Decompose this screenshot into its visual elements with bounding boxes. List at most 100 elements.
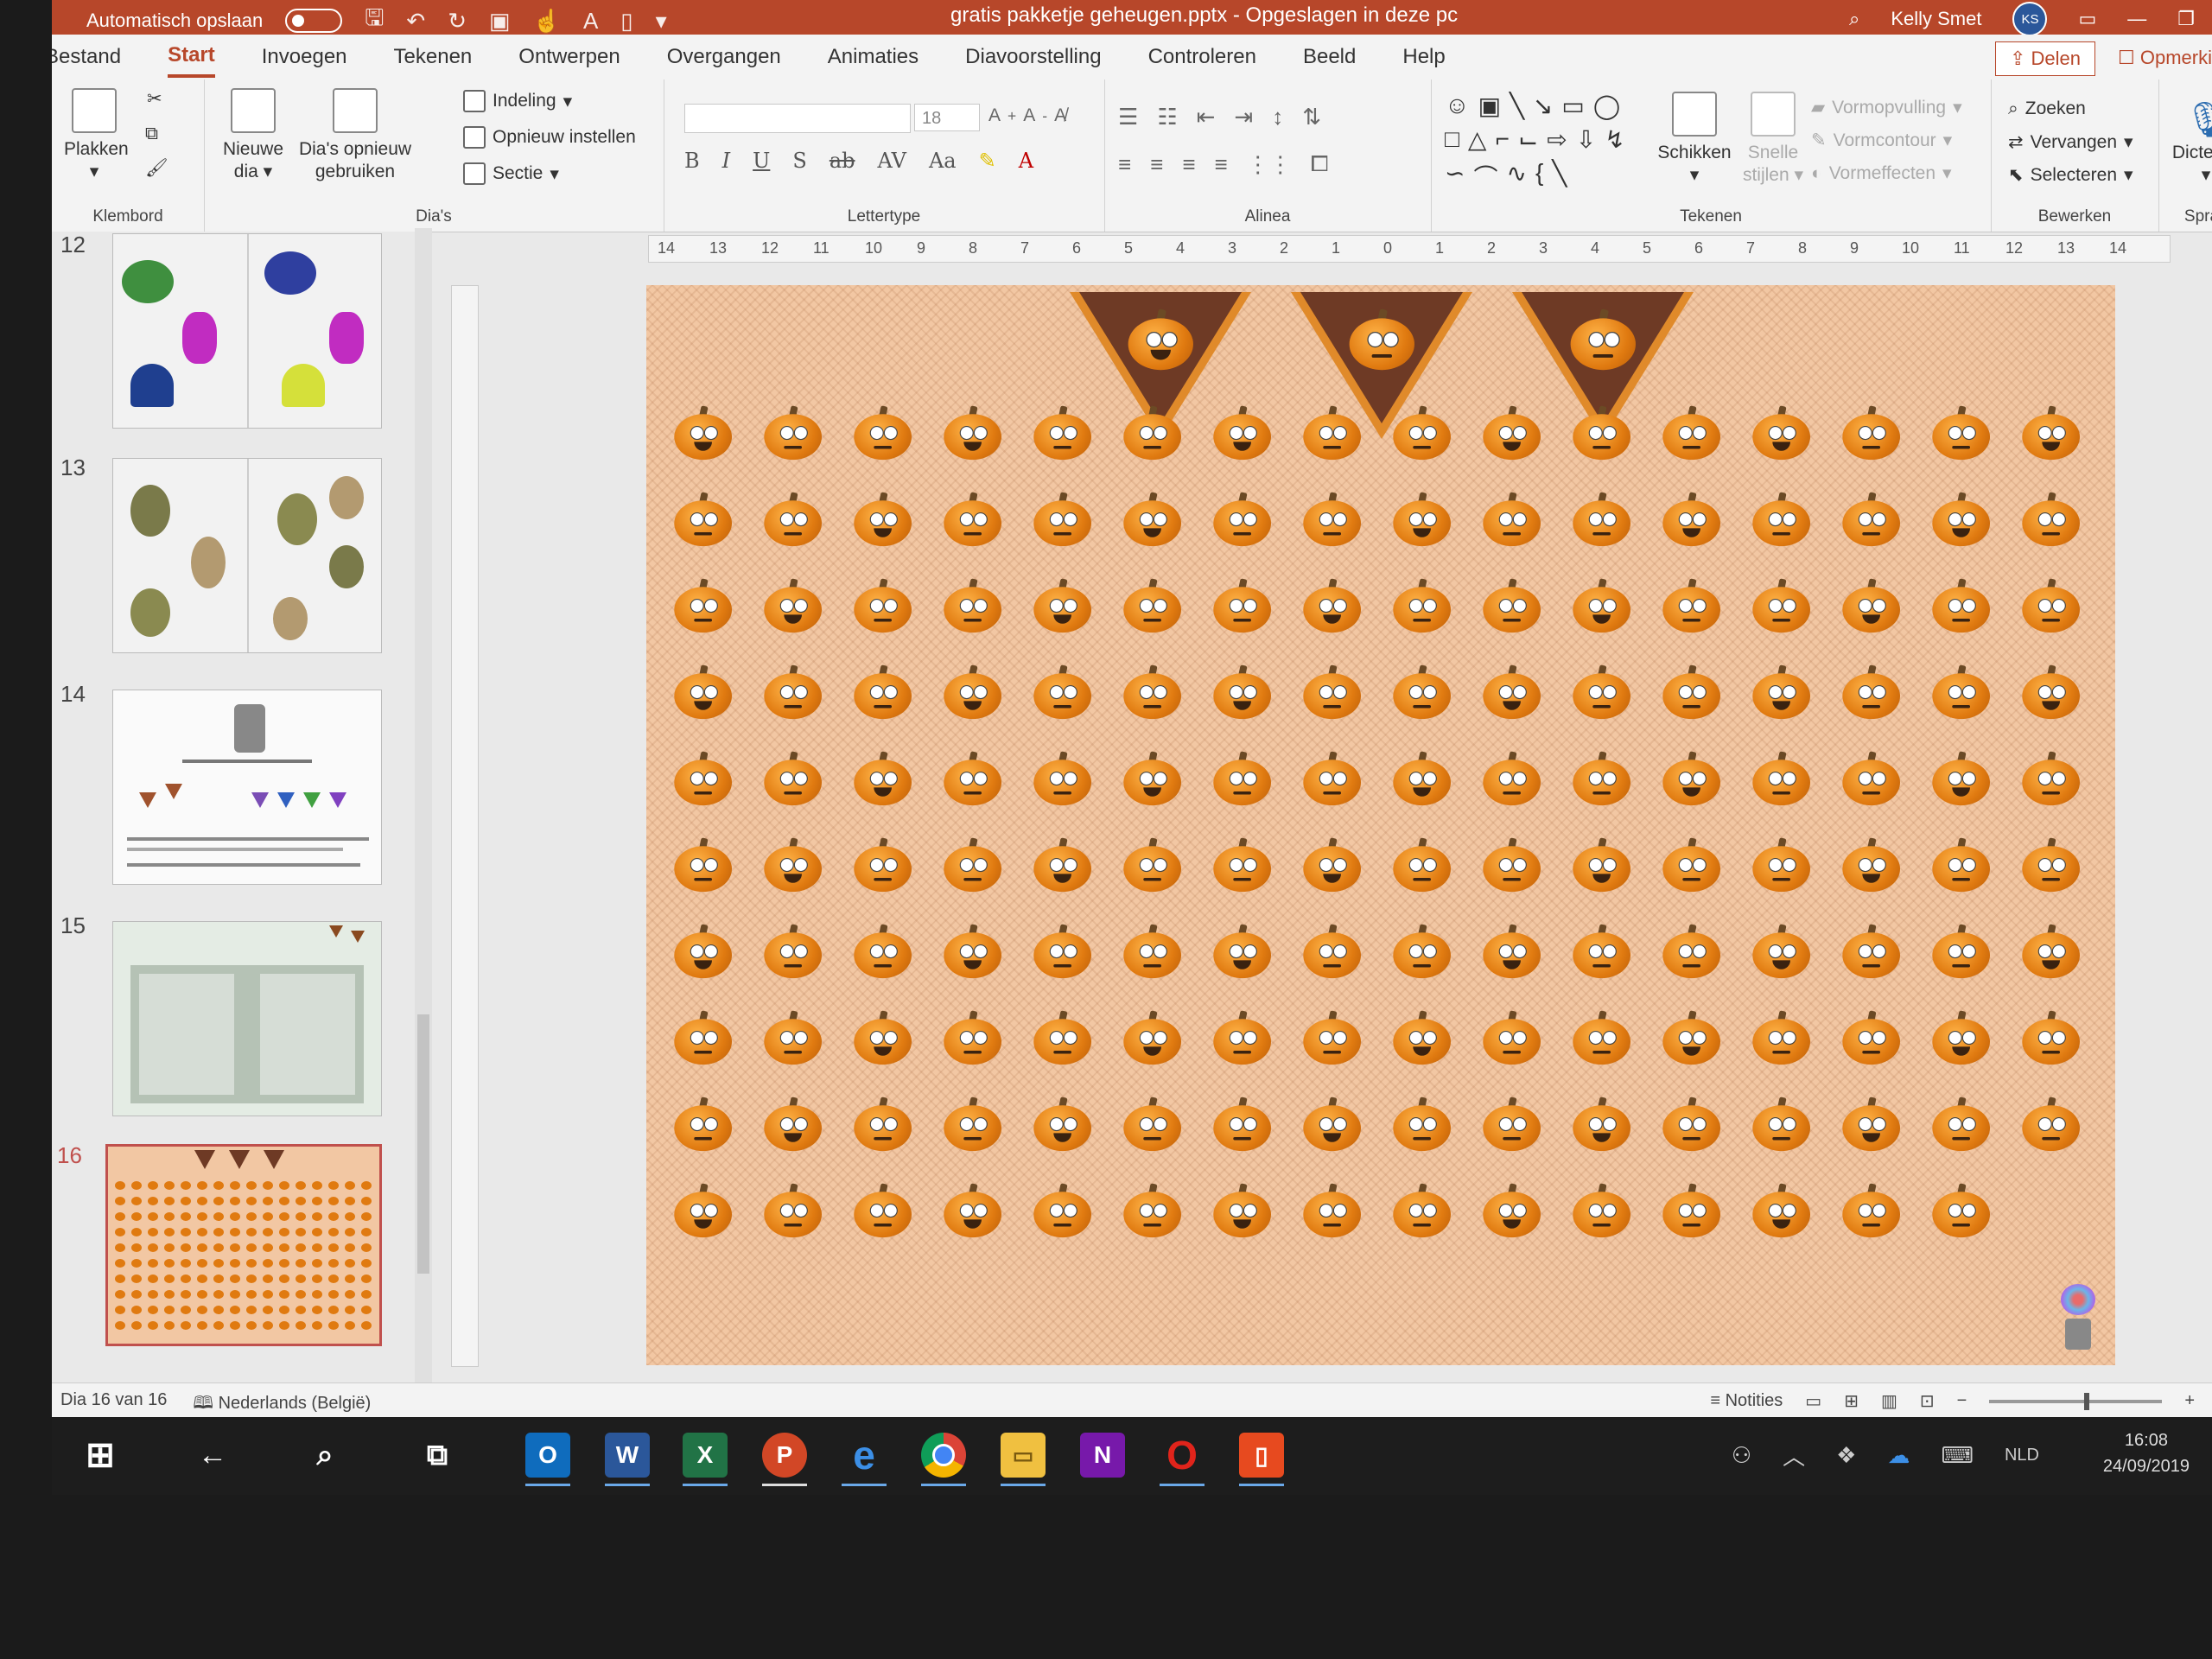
diag-shape-icon[interactable]: ╲ [1552,159,1567,194]
windows-start-icon[interactable]: ⊞ [78,1433,123,1478]
line-spacing-icon[interactable]: ↕ [1272,104,1283,130]
customize-chevron-icon[interactable]: ▾ [656,8,667,35]
spacing-icon[interactable]: AV [877,149,906,173]
touch-mode-icon[interactable]: ☝ [533,8,561,35]
numbering-icon[interactable]: ☷ [1157,104,1177,130]
arc-shape-icon[interactable]: ⌒ [1473,159,1497,194]
task-view-icon[interactable]: ⧉ [415,1433,460,1478]
change-case-icon[interactable]: Aa [929,149,957,173]
section-button[interactable]: Sectie ▾ [463,162,559,185]
arrow-shape-icon[interactable]: ↘ [1533,92,1553,120]
tab-controleren[interactable]: Controleren [1148,38,1256,76]
down-arrow-shape-icon[interactable]: ⇩ [1576,125,1596,154]
dictate-button[interactable]: 🎙 Dicteren▾ [2158,99,2212,188]
avatar[interactable]: KS [2012,2,2048,36]
dropbox-icon[interactable]: ❖ [1836,1442,1856,1469]
tab-invoegen[interactable]: Invoegen [262,38,347,76]
quick-styles-button[interactable]: Snelle stijlen ▾ [1738,92,1808,188]
excel-icon[interactable]: X [683,1433,728,1486]
slideshow-icon[interactable]: ⊡ [1920,1390,1935,1412]
language-status[interactable]: 🕮 Nederlands (België) [193,1390,371,1417]
font-color-icon[interactable]: A [1019,149,1033,173]
word-icon[interactable]: W [605,1433,650,1486]
arrange-button[interactable]: Schikken ▾ [1656,92,1733,188]
tab-start[interactable]: Start [168,36,215,78]
format-painter-icon[interactable]: 🖌 [145,157,168,180]
tab-bestand[interactable]: Bestand [52,38,121,76]
cut-icon[interactable]: ✂ [147,88,162,111]
search-icon[interactable]: ⌕ [302,1433,347,1478]
bold-icon[interactable]: B [684,149,700,173]
restore-icon[interactable]: ❐ [2177,8,2195,30]
reuse-slides-button[interactable]: Dia's opnieuw gebruiken [290,88,420,184]
decrease-indent-icon[interactable]: ⇤ [1197,104,1216,130]
zoom-slider[interactable] [1989,1392,2163,1410]
slide-canvas[interactable] [646,285,2115,1365]
shape-outline-button[interactable]: ✎ Vormcontour ▾ [1811,130,1952,151]
ribbon-display-icon[interactable]: ▭ [2078,8,2096,30]
onenote-icon[interactable]: N [1080,1433,1125,1478]
opera-icon[interactable]: O [1160,1433,1205,1486]
slide-sorter-icon[interactable]: ⊞ [1844,1390,1859,1412]
shape-effects-button[interactable]: ◐ Vormeffecten ▾ [1811,162,1952,184]
curve-shape-icon[interactable]: ∿ [1506,159,1526,194]
increase-indent-icon[interactable]: ⇥ [1234,104,1253,130]
smiley-shape-icon[interactable]: ☺ [1445,92,1470,120]
thumbnail-slide-16[interactable] [105,1144,382,1346]
thumbnail-slide-12[interactable] [112,233,382,429]
italic-icon[interactable]: I [722,149,730,173]
reading-view-icon[interactable]: ▥ [1881,1390,1897,1412]
copy-icon[interactable]: ⧉ [145,123,158,145]
tab-overgangen[interactable]: Overgangen [667,38,781,76]
minimize-icon[interactable]: — [2127,8,2146,30]
language-indicator[interactable]: NLD [2005,1446,2039,1465]
align-right-icon[interactable]: ≡ [1182,151,1195,178]
undo-icon[interactable]: ↶ [406,8,425,35]
highlight-icon[interactable]: ✎ [979,149,996,173]
tab-beeld[interactable]: Beeld [1303,38,1356,76]
elbow-shape-icon[interactable]: ⌙ [1518,125,1538,154]
shapes-gallery[interactable]: ☺ ▣ ╲ ↘ ▭ ◯ □ △ ⌐ ⌙ ⇨ ⇩ ↯ ∽ ⌒ ∿ {╲ [1445,92,1643,194]
new-slide-button[interactable]: Nieuwe dia ▾ [214,88,292,184]
bullets-icon[interactable]: ☰ [1118,104,1138,130]
tab-help[interactable]: Help [1402,38,1445,76]
replace-button[interactable]: ⇄ Vervangen ▾ [2008,131,2133,153]
layout-button[interactable]: Indeling ▾ [463,90,572,112]
select-button[interactable]: ⬉ Selecteren ▾ [2008,164,2133,186]
thumbnail-slide-15[interactable] [112,921,382,1116]
new-file-icon[interactable]: ▯ [620,8,632,35]
thumbnails-scrollbar[interactable] [415,228,432,1382]
clear-format-icon[interactable]: A̸ [1054,105,1066,126]
outlook-icon[interactable]: O [525,1433,570,1486]
autosave-toggle[interactable] [285,9,343,33]
oval-shape-icon[interactable]: ◯ [1593,92,1620,120]
square-shape-icon[interactable]: □ [1445,125,1459,154]
thumbnail-slide-13[interactable] [112,458,382,653]
align-center-icon[interactable]: ≡ [1150,151,1163,178]
share-button[interactable]: ⇪ Delen [1995,41,2096,76]
tab-animaties[interactable]: Animaties [828,38,918,76]
zoom-in-icon[interactable]: + [2184,1391,2195,1411]
thumbnail-slide-14[interactable] [112,690,382,885]
tab-tekenen[interactable]: Tekenen [394,38,473,76]
clock[interactable]: 16:08 24/09/2019 [2103,1427,2190,1479]
brace-shape-icon[interactable]: { [1535,159,1543,194]
right-arrow-shape-icon[interactable]: ⇨ [1547,125,1567,154]
keyboard-icon[interactable]: ⌨ [1941,1442,1974,1469]
textbox-icon[interactable]: A [583,8,598,35]
textbox-shape-icon[interactable]: ▣ [1478,92,1501,120]
tab-diavoorstelling[interactable]: Diavoorstelling [965,38,1101,76]
connector-shape-icon[interactable]: ⌐ [1495,125,1509,154]
office-icon[interactable]: ▯ [1239,1433,1284,1486]
rect-shape-icon[interactable]: ▭ [1561,92,1584,120]
justify-icon[interactable]: ≡ [1215,151,1228,178]
line-shape-icon[interactable]: ╲ [1510,92,1524,120]
comments-button[interactable]: ☐ Opmerki [2118,41,2212,76]
notes-button[interactable]: ≡ Notities [1710,1391,1783,1411]
tab-ontwerpen[interactable]: Ontwerpen [518,38,620,76]
smartart-icon[interactable]: ⧠ [1311,150,1329,178]
font-grow-shrink[interactable]: A + A- A̸ [988,105,1066,126]
scribble-shape-icon[interactable]: ∽ [1445,159,1465,194]
zoom-out-icon[interactable]: − [1957,1391,1967,1411]
underline-icon[interactable]: U [753,149,770,173]
